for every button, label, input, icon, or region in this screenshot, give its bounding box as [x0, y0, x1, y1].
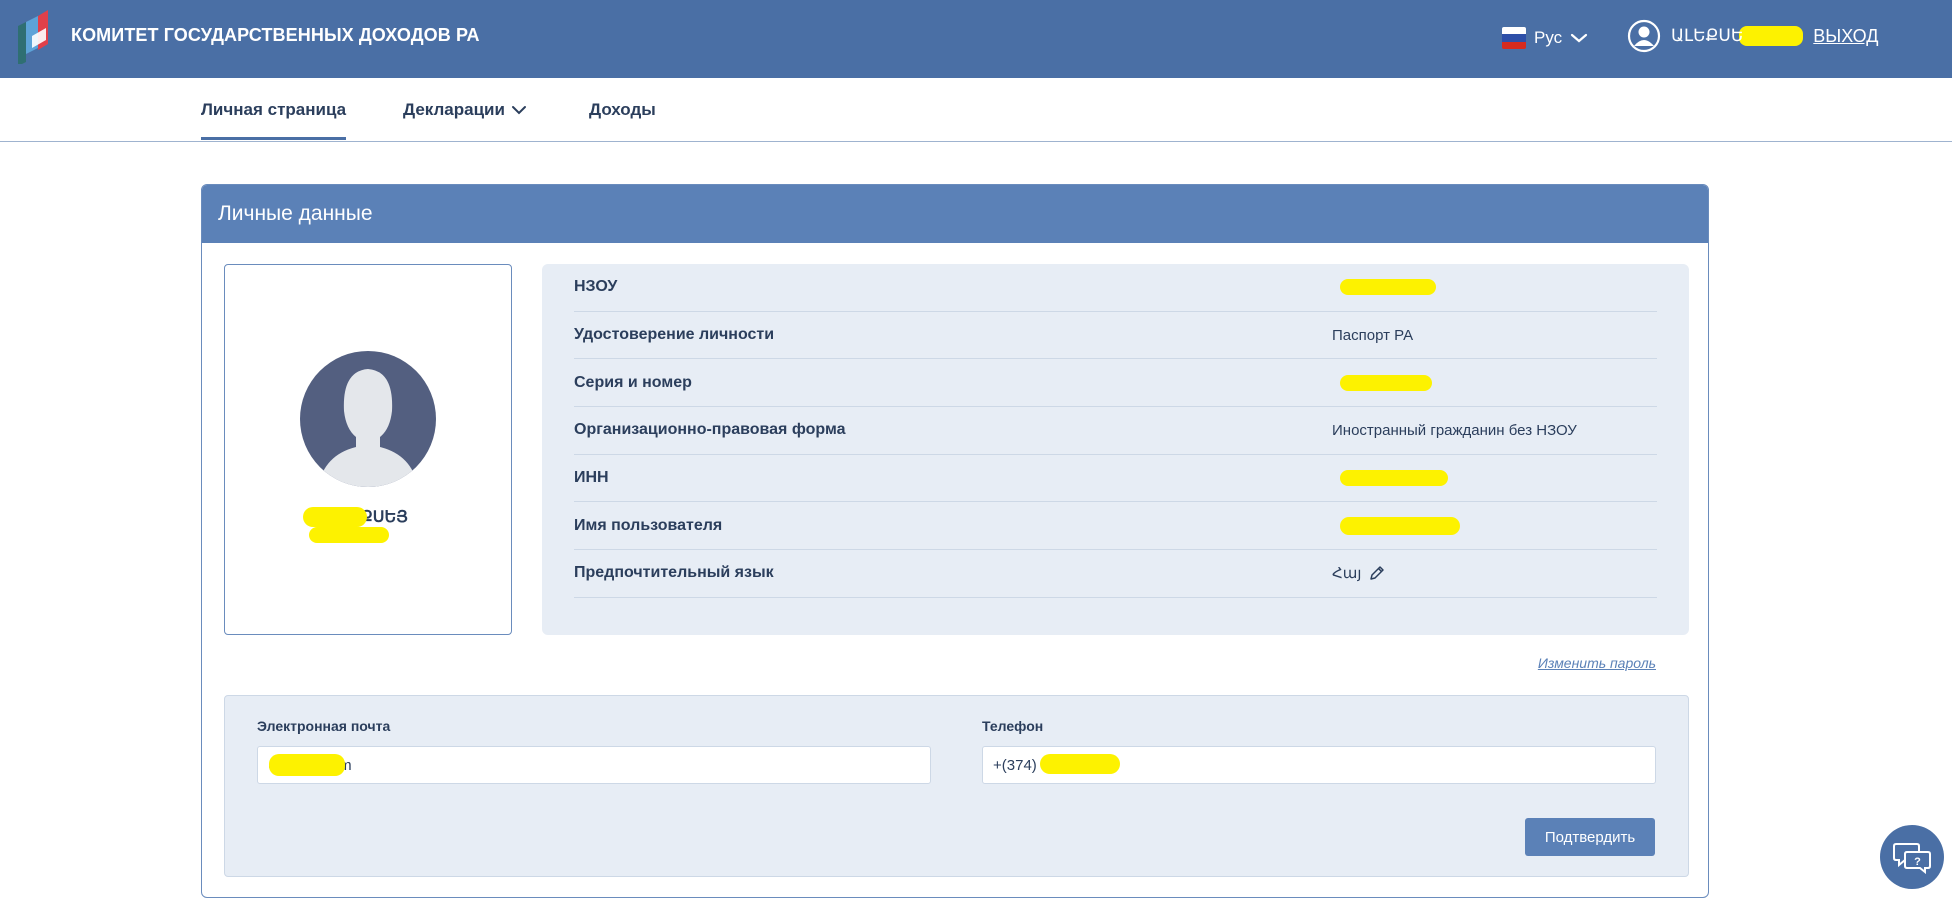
redaction-mark [1739, 26, 1804, 46]
svg-text:?: ? [1914, 856, 1921, 868]
chevron-down-icon [1571, 33, 1588, 43]
info-row-username: Имя пользователя [574, 502, 1657, 551]
nav-income[interactable]: Доходы [589, 100, 656, 120]
phone-label: Телефон [982, 718, 1044, 734]
user-silhouette-icon [318, 369, 418, 487]
preferred-language-value: Հայ [1332, 565, 1362, 583]
info-row-series-number: Серия и номер [574, 359, 1657, 408]
nav-declarations[interactable]: Декларации [403, 100, 527, 120]
info-value: Հայ [1332, 564, 1385, 582]
info-value [1332, 374, 1432, 391]
info-value: Паспорт РА [1332, 326, 1414, 344]
top-header: КОМИТЕТ ГОСУДАРСТВЕННЫХ ДОХОДОВ РА Рус Ա… [0, 0, 1952, 78]
info-row-nzou: НЗОУ [574, 264, 1657, 312]
profile-name-text: ԱԼԵՔՍԵՅ [328, 509, 408, 526]
info-value [1332, 470, 1448, 487]
card-header: Личные данные [202, 185, 1708, 243]
info-row-legal-form: Организационно-правовая форма Иностранны… [574, 407, 1657, 455]
info-label: ИНН [574, 469, 609, 487]
chat-help-icon: ? [1893, 843, 1931, 874]
info-label: Организационно-правовая форма [574, 421, 846, 439]
user-name: ԱԼԵՔՍԵ [1671, 26, 1744, 45]
help-chat-button[interactable]: ? [1880, 825, 1944, 889]
info-value [1332, 516, 1460, 535]
nav-label: Декларации [403, 100, 505, 119]
russia-flag-icon [1502, 27, 1526, 49]
info-label: Серия и номер [574, 373, 692, 391]
confirm-button[interactable]: Подтвердить [1525, 818, 1655, 856]
avatar [300, 351, 436, 487]
nav-label: Доходы [589, 100, 656, 119]
info-label: Предпочтительный язык [574, 564, 774, 582]
language-label: Рус [1534, 28, 1563, 47]
redaction-mark [1340, 374, 1432, 391]
profile-box: ԱԼԵՔՍԵՅ [224, 264, 512, 635]
info-row-inn: ИНН [574, 455, 1657, 503]
info-table: НЗОУ Удостоверение личности Паспорт РА С… [542, 264, 1689, 635]
info-label: Удостоверение личности [574, 326, 775, 344]
info-value: Иностранный гражданин без НЗОУ [1332, 421, 1577, 439]
email-label: Электронная почта [257, 718, 391, 734]
info-label: НЗОУ [574, 278, 618, 296]
nav-label: Личная страница [201, 100, 347, 119]
contact-form: Электронная почта Телефон Подтвердить [224, 695, 1689, 877]
chevron-down-icon [511, 106, 526, 115]
redaction-mark [309, 527, 389, 543]
info-value [1332, 279, 1436, 296]
user-menu: ԱԼԵՔՍԵ ВЫХОД [1627, 18, 1878, 54]
card-title: Личные данные [218, 202, 373, 225]
main-nav: Личная страница Декларации Доходы [0, 78, 1952, 142]
pencil-edit-icon[interactable] [1369, 565, 1385, 581]
language-selector[interactable]: Рус [1502, 24, 1588, 52]
nav-personal-page[interactable]: Личная страница [201, 100, 347, 140]
user-circle-icon [1627, 19, 1661, 53]
redaction-mark [1340, 279, 1436, 296]
phone-field[interactable] [982, 746, 1656, 784]
email-field[interactable] [257, 746, 931, 784]
info-label: Имя пользователя [574, 516, 723, 534]
profile-name: ԱԼԵՔՍԵՅ [225, 507, 511, 527]
change-password-link[interactable]: Изменить пароль [1538, 655, 1656, 671]
logout-link[interactable]: ВЫХОД [1813, 26, 1878, 47]
logo-icon[interactable] [12, 6, 52, 64]
info-row-identity-document: Удостоверение личности Паспорт РА [574, 312, 1657, 360]
redaction-mark [1340, 470, 1448, 487]
personal-data-card: Личные данные ԱԼԵՔՍԵՅ НЗОУ Удостоверение… [201, 184, 1709, 898]
redaction-mark [1340, 516, 1460, 535]
organization-title: КОМИТЕТ ГОСУДАРСТВЕННЫХ ДОХОДОВ РА [71, 25, 480, 45]
info-row-preferred-language: Предпочтительный язык Հայ [574, 550, 1657, 598]
